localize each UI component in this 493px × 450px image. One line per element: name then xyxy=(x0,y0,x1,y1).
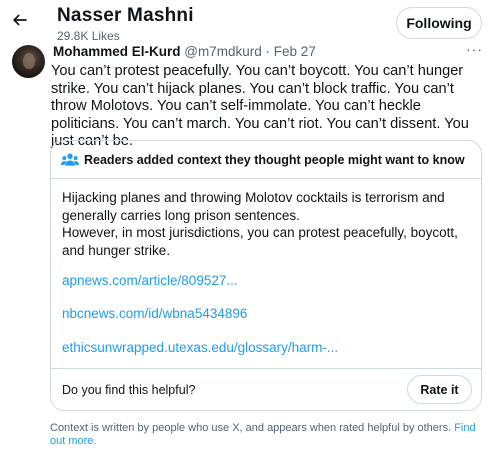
avatar[interactable] xyxy=(12,45,45,78)
profile-name: Nasser Mashni xyxy=(57,5,194,26)
context-info: Context is written by people who use X, … xyxy=(50,422,490,448)
separator-dot: · xyxy=(265,44,271,59)
community-note-footer: Do you find this helpful? Rate it xyxy=(51,368,481,410)
author-name[interactable]: Mohammed El-Kurd xyxy=(53,44,181,59)
tweet-header: Mohammed El-Kurd @m7mdkurd · Feb 27 xyxy=(53,44,316,59)
avatar-face xyxy=(23,53,35,69)
tweet-text: You can’t protest peacefully. You can’t … xyxy=(51,63,469,150)
source-link-ethicsunwrapped[interactable]: ethicsunwrapped.utexas.edu/glossary/harm… xyxy=(62,340,338,355)
profile-header: Nasser Mashni 29.8K Likes Following xyxy=(0,0,493,43)
community-note-body: Hijacking planes and throwing Molotov co… xyxy=(62,190,458,258)
author-handle[interactable]: @m7mdkurd xyxy=(184,44,261,59)
community-note-title: Readers added context they thought peopl… xyxy=(84,153,465,167)
helpful-question: Do you find this helpful? xyxy=(62,383,196,397)
likes-count: 29.8K Likes xyxy=(57,29,120,43)
arrow-left-icon xyxy=(12,14,27,26)
source-link-nbcnews[interactable]: nbcnews.com/id/wbna5434896 xyxy=(62,306,247,321)
community-note-header: Readers added context they thought peopl… xyxy=(51,141,481,179)
community-note-card: Readers added context they thought peopl… xyxy=(50,140,482,411)
back-button[interactable] xyxy=(10,10,30,30)
people-icon xyxy=(61,152,79,168)
following-button[interactable]: Following xyxy=(396,7,482,39)
source-link-apnews[interactable]: apnews.com/article/809527... xyxy=(62,273,238,288)
more-dots-icon[interactable]: ··· xyxy=(466,41,483,57)
rate-it-button[interactable]: Rate it xyxy=(407,375,472,404)
context-info-text: Context is written by people who use X, … xyxy=(50,422,452,434)
tweet-date[interactable]: Feb 27 xyxy=(274,44,316,59)
